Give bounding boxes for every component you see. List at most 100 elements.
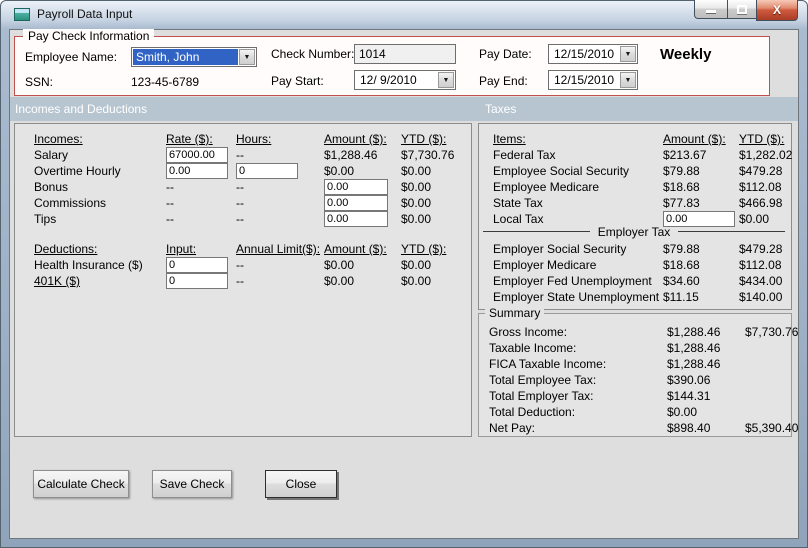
tax-ytd: $434.00 bbox=[739, 274, 783, 288]
summary-amount: $390.06 bbox=[667, 373, 711, 387]
pay-date-dropdown-button[interactable]: ▼ bbox=[620, 46, 636, 62]
summary-amount: $1,288.46 bbox=[667, 325, 721, 339]
income-rate: -- bbox=[166, 180, 174, 194]
bonus-amount-input[interactable] bbox=[324, 179, 388, 195]
close-button[interactable]: Close bbox=[265, 470, 337, 498]
pay-end-dropdown-button[interactable]: ▼ bbox=[620, 72, 636, 88]
taxes-panel: Items: Amount ($): YTD ($): Federal Tax … bbox=[478, 123, 792, 310]
employer-tax-row-fed-unemployment: Employer Fed Unemployment $34.60 $434.00 bbox=[479, 273, 791, 289]
income-row-overtime: Overtime Hourly $0.00 $0.00 bbox=[15, 163, 471, 179]
taxes-section-title: Taxes bbox=[485, 102, 517, 116]
pay-end-label: Pay End: bbox=[479, 74, 528, 88]
incomes-header: Incomes: bbox=[34, 132, 83, 146]
title-bar[interactable]: Payroll Data Input X bbox=[0, 0, 808, 29]
chevron-down-icon: ▼ bbox=[243, 53, 251, 61]
maximize-icon bbox=[737, 4, 747, 14]
deduction-name-401k-link[interactable]: 401K ($) bbox=[34, 273, 166, 289]
tax-amount: $79.88 bbox=[663, 164, 700, 178]
tax-row-employee-ss: Employee Social Security $79.88 $479.28 bbox=[479, 163, 791, 179]
tax-row-employee-medicare: Employee Medicare $18.68 $112.08 bbox=[479, 179, 791, 195]
income-name: Overtime Hourly bbox=[34, 164, 121, 178]
employee-name-label: Employee Name: bbox=[25, 50, 118, 64]
summary-row-fica: FICA Taxable Income: $1,288.46 bbox=[479, 356, 791, 372]
pay-date-value: 12/15/2010 bbox=[554, 47, 615, 61]
commissions-amount-input[interactable] bbox=[324, 195, 388, 211]
401k-input[interactable] bbox=[166, 273, 228, 289]
input-header: Input: bbox=[166, 242, 197, 256]
tax-amount: $34.60 bbox=[663, 274, 700, 288]
incomes-deductions-panel: Incomes: Rate ($): Hours: Amount ($): YT… bbox=[14, 123, 472, 437]
ssn-label: SSN: bbox=[25, 75, 54, 89]
pay-date-datepicker[interactable]: 12/15/2010 ▼ bbox=[548, 44, 638, 64]
pay-start-dropdown-button[interactable]: ▼ bbox=[438, 72, 454, 88]
chevron-down-icon: ▼ bbox=[624, 50, 632, 58]
pay-end-value: 12/15/2010 bbox=[554, 73, 615, 87]
tax-name: Federal Tax bbox=[493, 148, 556, 162]
employee-name-value: Smith, John bbox=[133, 49, 238, 65]
income-row-commissions: Commissions -- -- $0.00 bbox=[15, 195, 471, 211]
taxes-table: Items: Amount ($): YTD ($): Federal Tax … bbox=[479, 131, 792, 227]
income-hours: -- bbox=[236, 180, 244, 194]
incomes-deductions-section-title: Incomes and Deductions bbox=[15, 102, 148, 116]
employee-name-dropdown-button[interactable]: ▼ bbox=[239, 49, 255, 65]
summary-label: Net Pay: bbox=[489, 421, 536, 435]
income-hours: -- bbox=[236, 148, 244, 162]
check-number-label: Check Number: bbox=[271, 47, 355, 61]
income-rate: -- bbox=[166, 212, 174, 226]
summary-label: Gross Income: bbox=[489, 325, 568, 339]
employer-tax-row-state-unemployment: Employer State Unemployment $11.15 $140.… bbox=[479, 289, 791, 305]
items-header: Items: bbox=[493, 132, 526, 146]
deduction-limit: -- bbox=[236, 258, 244, 272]
summary-ytd bbox=[745, 356, 791, 372]
tax-name: Employee Social Security bbox=[493, 164, 630, 178]
close-icon: X bbox=[772, 3, 781, 17]
income-ytd: $0.00 bbox=[401, 180, 432, 194]
tax-amount: $11.15 bbox=[663, 290, 699, 304]
amount-header: Amount ($): bbox=[324, 242, 387, 256]
employer-tax-row-ss: Employer Social Security $79.88 $479.28 bbox=[479, 241, 791, 257]
pay-end-datepicker[interactable]: 12/15/2010 ▼ bbox=[548, 70, 638, 90]
minimize-button[interactable] bbox=[694, 0, 728, 19]
tax-name: Employee Medicare bbox=[493, 180, 600, 194]
summary-amount: $0.00 bbox=[667, 405, 698, 419]
ytd-header: YTD ($): bbox=[401, 132, 447, 146]
paycheck-info-group: Pay Check Information Employee Name: Smi… bbox=[14, 29, 770, 96]
employer-tax-separator: Employer Tax bbox=[483, 224, 785, 239]
amount-header: Amount ($): bbox=[324, 132, 387, 146]
maximize-button[interactable] bbox=[728, 0, 756, 19]
summary-amount: $1,288.46 bbox=[667, 357, 721, 371]
employer-tax-row-medicare: Employer Medicare $18.68 $112.08 bbox=[479, 257, 791, 273]
tax-amount: $18.68 bbox=[663, 180, 700, 194]
application-form-icon bbox=[14, 8, 30, 21]
salary-rate-input[interactable] bbox=[166, 147, 228, 163]
tax-name: Employer Social Security bbox=[493, 242, 627, 256]
overtime-hours-input[interactable] bbox=[236, 163, 298, 179]
summary-row-employer-tax: Total Employer Tax: $144.31 bbox=[479, 388, 791, 404]
summary-row-gross: Gross Income: $1,288.46 $7,730.76 bbox=[479, 324, 798, 340]
health-insurance-input[interactable] bbox=[166, 257, 228, 273]
pay-start-datepicker[interactable]: 12/ 9/2010 ▼ bbox=[354, 70, 456, 90]
deduction-amount: $0.00 bbox=[324, 258, 355, 272]
summary-amount: $1,288.46 bbox=[667, 341, 721, 355]
save-check-button[interactable]: Save Check bbox=[152, 470, 232, 498]
summary-label: Total Employee Tax: bbox=[489, 373, 597, 387]
chevron-down-icon: ▼ bbox=[442, 76, 450, 84]
income-name: Bonus bbox=[34, 180, 69, 194]
check-number-input[interactable] bbox=[354, 44, 456, 64]
summary-label: Taxable Income: bbox=[489, 341, 577, 355]
summary-row-deduction: Total Deduction: $0.00 bbox=[479, 404, 791, 420]
tips-amount-input[interactable] bbox=[324, 211, 388, 227]
hours-header: Hours: bbox=[236, 132, 272, 146]
tax-name: Employer Medicare bbox=[493, 258, 597, 272]
tax-amount: $213.67 bbox=[663, 148, 707, 162]
close-window-button[interactable]: X bbox=[756, 0, 798, 21]
employer-tax-label: Employer Tax bbox=[597, 224, 671, 239]
summary-row-taxable: Taxable Income: $1,288.46 bbox=[479, 340, 791, 356]
employee-name-combobox[interactable]: Smith, John ▼ bbox=[131, 47, 257, 67]
chevron-down-icon: ▼ bbox=[624, 76, 632, 84]
income-amount: $1,288.46 bbox=[324, 148, 378, 162]
tax-ytd: $479.28 bbox=[739, 242, 783, 256]
calculate-check-button[interactable]: Calculate Check bbox=[33, 470, 129, 498]
ytd-header: YTD ($): bbox=[401, 242, 447, 256]
overtime-rate-input[interactable] bbox=[166, 163, 228, 179]
